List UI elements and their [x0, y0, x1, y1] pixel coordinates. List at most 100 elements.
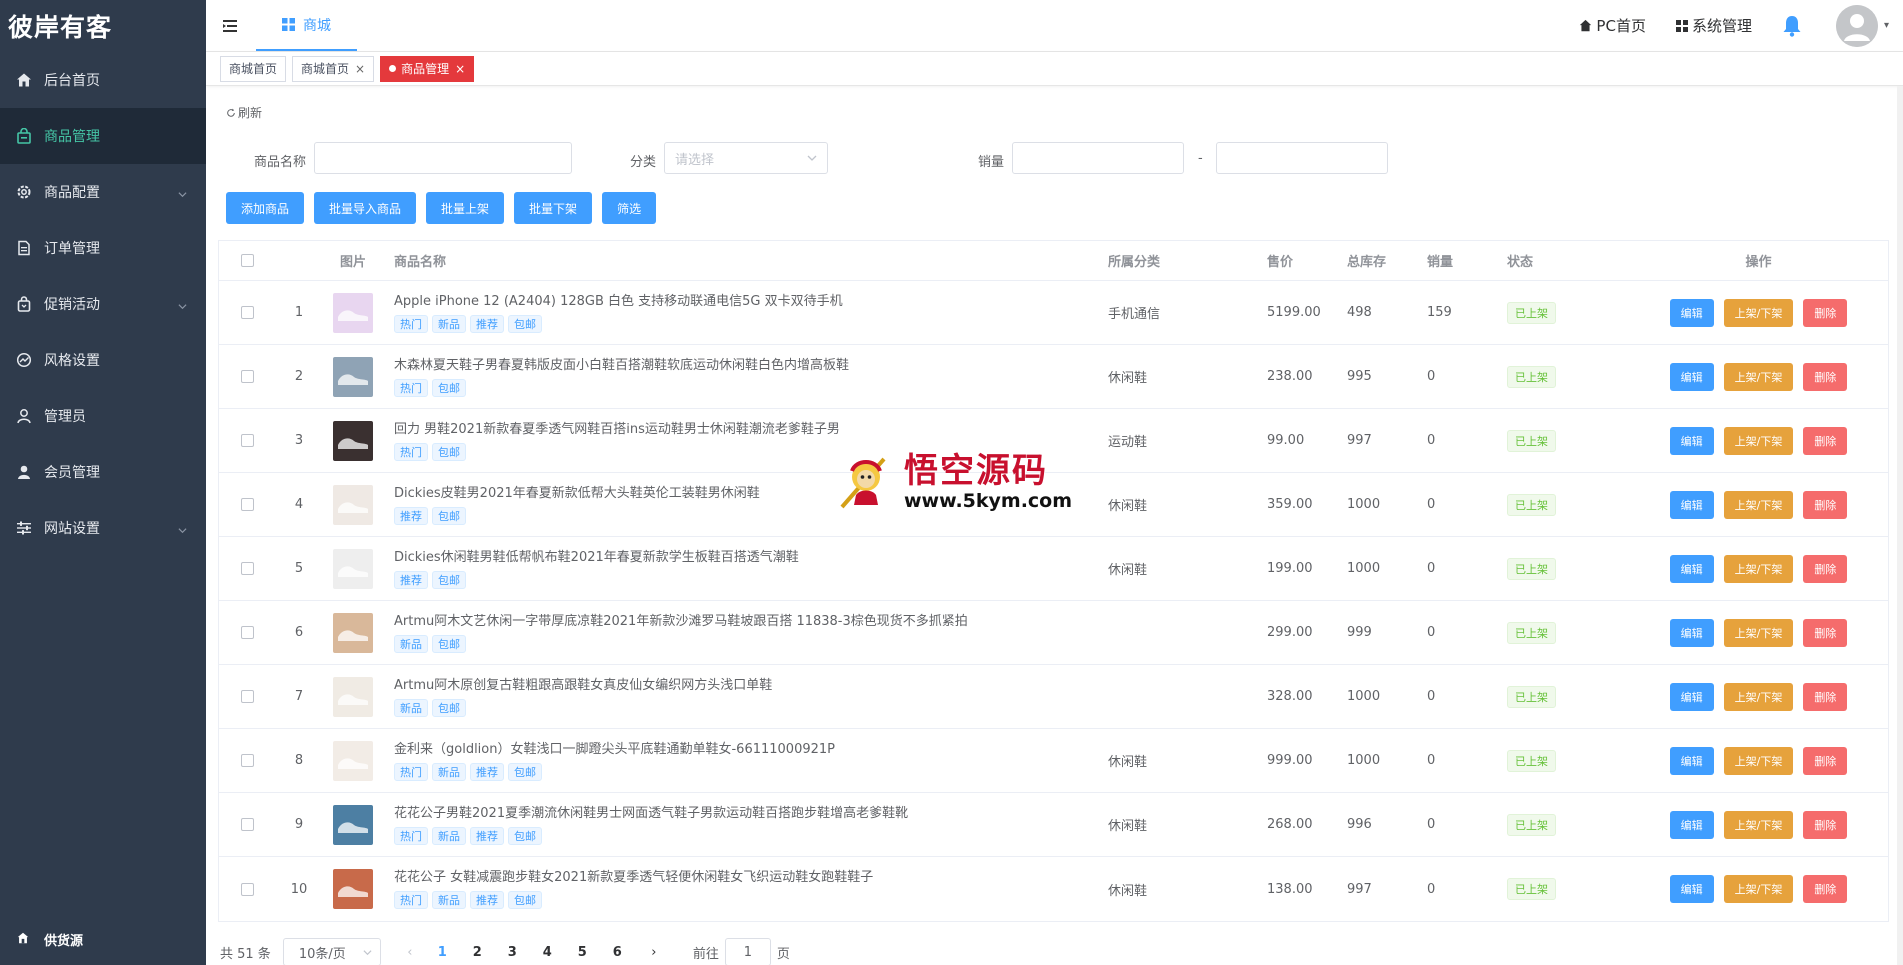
sidebar-item-supply[interactable]: 供货源 — [0, 913, 206, 965]
shelf-toggle-button[interactable]: 上架/下架 — [1723, 298, 1794, 327]
edit-button[interactable]: 编辑 — [1669, 810, 1714, 839]
edit-button[interactable]: 编辑 — [1669, 490, 1714, 519]
product-name[interactable]: Dickies皮鞋男2021年春夏新款低帮大头鞋英伦工装鞋男休闲鞋 — [394, 485, 760, 503]
edit-button[interactable]: 编辑 — [1669, 426, 1714, 455]
select-all-checkbox[interactable] — [241, 254, 254, 267]
next-page-button[interactable]: › — [639, 945, 669, 960]
delete-button[interactable]: 删除 — [1803, 554, 1848, 583]
row-checkbox[interactable] — [241, 498, 254, 511]
delete-button[interactable]: 删除 — [1803, 490, 1848, 519]
sales-min-input[interactable] — [1012, 142, 1184, 174]
row-checkbox[interactable] — [241, 882, 254, 896]
sales-max-input[interactable] — [1216, 142, 1388, 174]
product-thumbnail[interactable] — [333, 292, 373, 333]
delete-button[interactable]: 删除 — [1803, 810, 1848, 839]
shelf-toggle-button[interactable]: 上架/下架 — [1723, 810, 1794, 839]
shelf-toggle-button[interactable]: 上架/下架 — [1723, 490, 1794, 519]
product-name[interactable]: 花花公子 女鞋减震跑步鞋女2021新款夏季透气轻便休闲鞋女飞织运动鞋女跑鞋鞋子 — [394, 869, 873, 887]
product-thumbnail[interactable] — [333, 612, 373, 653]
sidebar-item-0[interactable]: 后台首页 — [0, 52, 206, 108]
close-icon[interactable]: × — [355, 62, 365, 76]
delete-button[interactable]: 删除 — [1803, 875, 1848, 903]
page-number[interactable]: 3 — [495, 945, 530, 960]
product-name[interactable]: 花花公子男鞋2021夏季潮流休闲鞋男士网面透气鞋子男款运动鞋百搭跑步鞋增高老爹鞋… — [394, 805, 908, 823]
delete-button[interactable]: 删除 — [1803, 426, 1848, 455]
sidebar-item-1[interactable]: 商品管理 — [0, 108, 206, 164]
avatar-caret-icon[interactable]: ▾ — [1884, 20, 1889, 31]
app-logo[interactable]: 彼岸有客 — [0, 0, 206, 52]
delete-button[interactable]: 删除 — [1803, 298, 1848, 327]
edit-button[interactable]: 编辑 — [1669, 554, 1714, 583]
action-button-0[interactable]: 添加商品 — [226, 192, 305, 224]
system-manage-link[interactable]: 系统管理 — [1675, 15, 1752, 36]
shelf-toggle-button[interactable]: 上架/下架 — [1723, 554, 1794, 583]
action-button-1[interactable]: 批量导入商品 — [314, 192, 417, 224]
row-checkbox[interactable] — [241, 818, 254, 831]
page-number[interactable]: 2 — [460, 945, 495, 960]
product-thumbnail[interactable] — [333, 420, 373, 461]
view-tag-0[interactable]: 商城首页 — [220, 55, 287, 82]
page-size-select[interactable]: 10条/页 — [282, 938, 381, 965]
edit-button[interactable]: 编辑 — [1669, 682, 1714, 711]
view-tag-1[interactable]: 商城首页 × — [292, 55, 375, 82]
delete-button[interactable]: 删除 — [1803, 746, 1848, 775]
menu-toggle-icon[interactable] — [206, 0, 256, 51]
sidebar-item-5[interactable]: 风格设置 — [0, 332, 206, 388]
product-thumbnail[interactable] — [333, 484, 373, 525]
product-name[interactable]: Apple iPhone 12 (A2404) 128GB 白色 支持移动联通电… — [394, 293, 843, 311]
product-name[interactable]: Artmu阿木原创复古鞋粗跟高跟鞋女真皮仙女编织网方头浅口单鞋 — [394, 677, 772, 695]
product-thumbnail[interactable] — [333, 740, 373, 781]
shelf-toggle-button[interactable]: 上架/下架 — [1723, 362, 1794, 391]
user-avatar[interactable] — [1835, 4, 1878, 47]
product-name-input[interactable] — [314, 142, 572, 174]
sidebar-item-4[interactable]: 促销活动 — [0, 276, 206, 332]
product-thumbnail[interactable] — [333, 869, 373, 909]
sidebar-item-3[interactable]: 订单管理 — [0, 220, 206, 276]
row-checkbox[interactable] — [241, 754, 254, 767]
edit-button[interactable]: 编辑 — [1669, 298, 1714, 327]
product-thumbnail[interactable] — [333, 804, 373, 845]
action-button-2[interactable]: 批量上架 — [426, 192, 505, 224]
row-checkbox[interactable] — [241, 306, 254, 319]
sidebar-item-8[interactable]: 网站设置 — [0, 500, 206, 556]
delete-button[interactable]: 删除 — [1803, 682, 1848, 711]
product-name[interactable]: 回力 男鞋2021新款春夏季透气网鞋百搭ins运动鞋男士休闲鞋潮流老爹鞋子男 — [394, 421, 840, 439]
product-name[interactable]: Dickies休闲鞋男鞋低帮帆布鞋2021年春夏新款学生板鞋百搭透气潮鞋 — [394, 549, 799, 567]
action-button-4[interactable]: 筛选 — [602, 192, 657, 224]
page-number[interactable]: 4 — [530, 945, 565, 960]
page-number[interactable]: 1 — [425, 945, 460, 960]
row-checkbox[interactable] — [241, 690, 254, 703]
page-number[interactable]: 5 — [565, 945, 600, 960]
edit-button[interactable]: 编辑 — [1669, 362, 1714, 391]
shelf-toggle-button[interactable]: 上架/下架 — [1723, 682, 1794, 711]
edit-button[interactable]: 编辑 — [1669, 618, 1714, 647]
shelf-toggle-button[interactable]: 上架/下架 — [1723, 618, 1794, 647]
page-number[interactable]: 6 — [600, 945, 635, 960]
action-button-3[interactable]: 批量下架 — [514, 192, 593, 224]
row-checkbox[interactable] — [241, 562, 254, 575]
row-checkbox[interactable] — [241, 370, 254, 383]
sidebar-item-7[interactable]: 会员管理 — [0, 444, 206, 500]
category-select[interactable]: 请选择 — [664, 142, 828, 174]
product-thumbnail[interactable] — [333, 548, 373, 589]
sidebar-item-2[interactable]: 商品配置 — [0, 164, 206, 220]
sidebar-item-6[interactable]: 管理员 — [0, 388, 206, 444]
vertical-scrollbar[interactable] — [1897, 86, 1903, 965]
pc-home-link[interactable]: PC首页 — [1579, 15, 1646, 36]
product-name[interactable]: 金利来（goldlion）女鞋浅口一脚蹬尖头平底鞋通勤单鞋女-661110009… — [394, 741, 835, 759]
delete-button[interactable]: 删除 — [1803, 618, 1848, 647]
shelf-toggle-button[interactable]: 上架/下架 — [1723, 746, 1794, 775]
goto-page-input[interactable]: 1 — [724, 938, 771, 965]
shelf-toggle-button[interactable]: 上架/下架 — [1723, 426, 1794, 455]
product-thumbnail[interactable] — [333, 676, 373, 717]
prev-page-button[interactable]: ‹ — [395, 945, 425, 960]
product-name[interactable]: 木森林夏天鞋子男春夏韩版皮面小白鞋百搭潮鞋软底运动休闲鞋白色内增高板鞋 — [394, 357, 849, 375]
view-tag-2[interactable]: 商品管理 × — [380, 55, 475, 82]
delete-button[interactable]: 删除 — [1803, 362, 1848, 391]
notification-bell-icon[interactable] — [1782, 15, 1802, 37]
product-thumbnail[interactable] — [333, 356, 373, 397]
close-icon[interactable]: × — [455, 62, 465, 76]
shelf-toggle-button[interactable]: 上架/下架 — [1723, 875, 1794, 903]
row-checkbox[interactable] — [241, 626, 254, 639]
header-tab-mall[interactable]: 商城 — [256, 0, 357, 51]
